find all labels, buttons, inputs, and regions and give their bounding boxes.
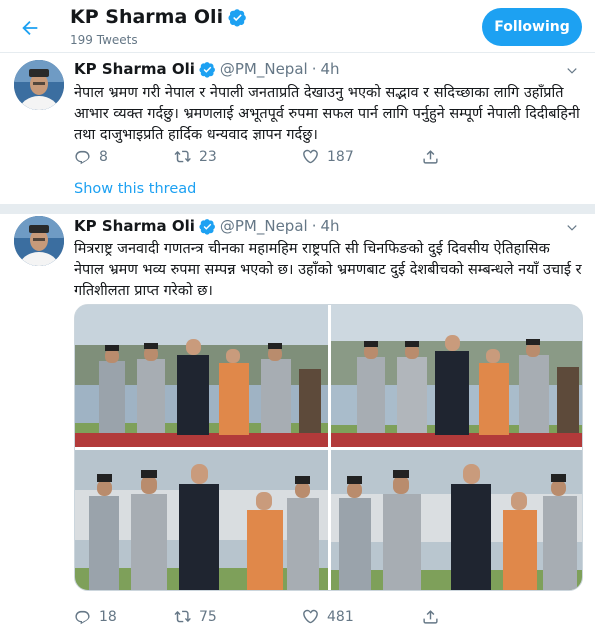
back-button[interactable] [16, 14, 44, 42]
photo-4-image [331, 450, 582, 590]
tweet-time[interactable]: 4h [320, 60, 339, 78]
tweet-time[interactable]: 4h [320, 217, 339, 235]
separator-dot: · [311, 60, 317, 78]
following-button[interactable]: Following [482, 8, 582, 46]
avatar-image [14, 216, 64, 266]
tweet-header: KP Sharma Oli @PM_Nepal · 4h [74, 217, 340, 235]
show-thread-link[interactable]: Show this thread [74, 181, 196, 197]
like-icon [303, 149, 318, 164]
like-icon [303, 609, 318, 624]
reply-button[interactable]: 8 [74, 148, 174, 165]
separator-dot: · [311, 217, 317, 235]
avatar[interactable] [14, 60, 64, 110]
retweet-icon [174, 150, 191, 163]
reply-count: 8 [99, 148, 108, 165]
photo-3[interactable] [75, 450, 328, 590]
profile-name: KP Sharma Oli [70, 6, 224, 28]
timeline-divider [0, 204, 595, 214]
avatar[interactable] [14, 216, 64, 266]
photo-1-image [75, 305, 328, 447]
profile-header: KP Sharma Oli 199 Tweets Following [0, 0, 595, 53]
author-name[interactable]: KP Sharma Oli [74, 217, 195, 235]
caret-down-icon[interactable] [565, 221, 579, 235]
like-count: 187 [327, 148, 354, 165]
author-name[interactable]: KP Sharma Oli [74, 60, 195, 78]
reply-icon [75, 150, 90, 165]
photo-1[interactable] [75, 305, 328, 447]
tweet-actions: 8 23 187 [74, 148, 439, 165]
verified-badge-icon [199, 218, 215, 235]
back-arrow-icon [22, 20, 38, 36]
tweet-text: नेपाल भ्रमण गरी नेपाल र नेपाली जनताप्रति… [74, 85, 580, 143]
photo-4[interactable] [331, 450, 582, 590]
tweet-text: मित्रराष्ट्र जनवादी गणतन्त्र चीनका महामह… [74, 241, 582, 299]
tweet-1[interactable]: KP Sharma Oli @PM_Nepal · 4h नेपाल भ्रमण… [0, 53, 595, 206]
reply-button[interactable]: 18 [74, 608, 174, 625]
author-handle[interactable]: @PM_Nepal [220, 217, 308, 235]
author-handle[interactable]: @PM_Nepal [220, 60, 308, 78]
share-icon [423, 610, 438, 624]
tweet-actions: 18 75 481 [74, 608, 439, 625]
verified-badge-icon [228, 8, 246, 27]
photo-3-image [75, 450, 328, 590]
header-title: KP Sharma Oli [70, 6, 247, 28]
verified-badge-icon [199, 61, 215, 78]
photo-2[interactable] [331, 305, 582, 447]
reply-icon [75, 610, 90, 625]
tweet-header: KP Sharma Oli @PM_Nepal · 4h [74, 60, 340, 78]
retweet-count: 23 [199, 148, 217, 165]
like-count: 481 [327, 608, 354, 625]
like-button[interactable]: 187 [302, 148, 422, 165]
media-grid [74, 304, 583, 591]
retweet-button[interactable]: 23 [174, 148, 302, 165]
caret-down-icon[interactable] [565, 64, 579, 78]
retweet-button[interactable]: 75 [174, 608, 302, 625]
share-icon [423, 150, 438, 164]
reply-count: 18 [99, 608, 117, 625]
tweet-count: 199 Tweets [70, 33, 138, 47]
avatar-image [14, 60, 64, 110]
photo-2-image [331, 305, 582, 447]
like-button[interactable]: 481 [302, 608, 422, 625]
share-button[interactable] [422, 608, 439, 625]
retweet-icon [174, 610, 191, 623]
retweet-count: 75 [199, 608, 217, 625]
share-button[interactable] [422, 148, 439, 165]
